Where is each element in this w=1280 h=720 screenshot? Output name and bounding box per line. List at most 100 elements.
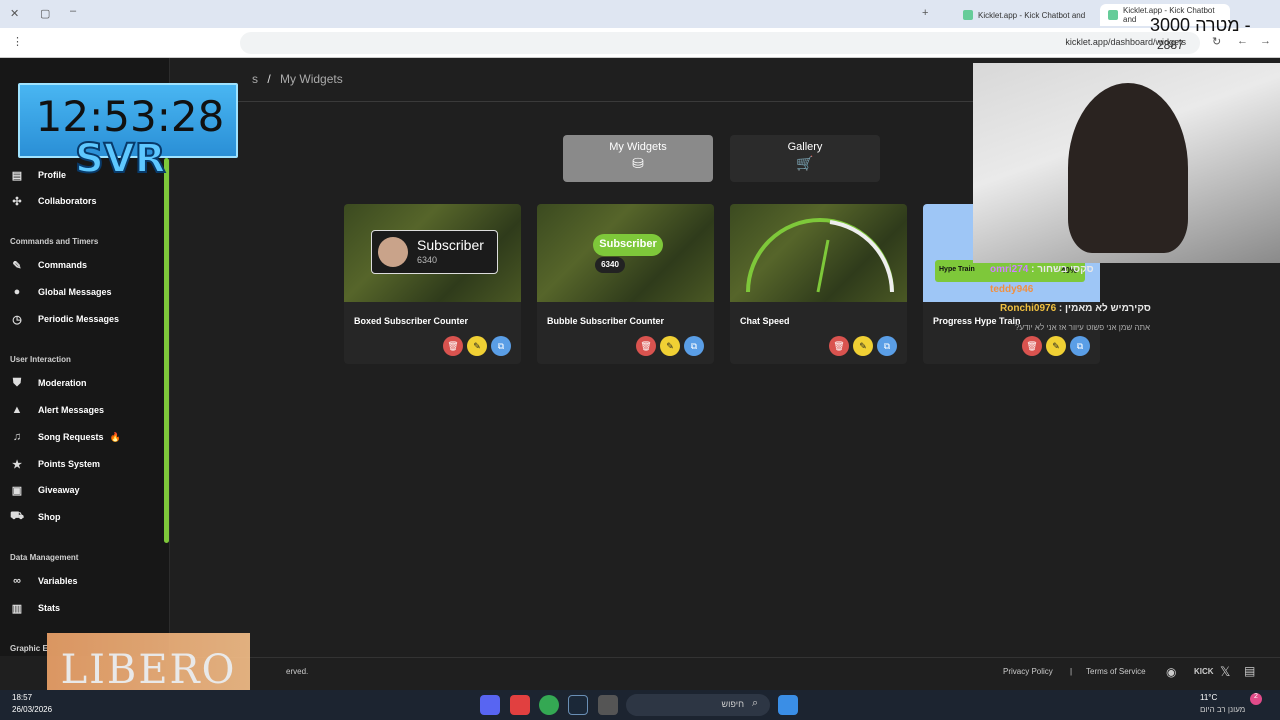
widget-title: Boxed Subscriber Counter [354, 316, 469, 326]
breadcrumb-link[interactable]: s [252, 72, 258, 86]
link-icon: ∞ [13, 575, 21, 587]
delete-button[interactable]: 🗑 [1022, 336, 1042, 356]
trash-icon: 🗑 [1026, 340, 1038, 351]
sidebar-item-label: Moderation [38, 378, 87, 388]
sidebar-item-label: Profile [38, 170, 67, 180]
taskbar-time: 18:57 [12, 693, 33, 702]
tab-gallery[interactable]: Gallery 🛒 [730, 135, 880, 182]
discord-icon[interactable]: ◉ [1166, 665, 1176, 679]
widget-actions: 🗑 ✎ ⧉ [443, 336, 511, 356]
widget-actions: 🗑 ✎ ⧉ [829, 336, 897, 356]
sidebar-item-giveaway[interactable]: ▣ Giveaway [10, 481, 80, 499]
chat-message: Ronchi0976 : סקירמיש לא מאמין [1000, 303, 1151, 314]
forward-icon[interactable]: → [1260, 35, 1271, 47]
widget-preview: Subscriber 6340 [344, 204, 521, 302]
duplicate-button[interactable]: ⧉ [1070, 336, 1090, 356]
sidebar-item-song-requests[interactable]: ♫ Song Requests 🔥 [10, 428, 121, 446]
minimize-icon[interactable]: – [70, 5, 76, 17]
tab-icon[interactable]: ▢ [40, 7, 50, 20]
edit-button[interactable]: ✎ [660, 336, 680, 356]
goal-value: 3000 [1150, 15, 1191, 35]
timer-subtitle: SVR [74, 135, 167, 183]
widget-card[interactable]: Chat Speed 🗑 ✎ ⧉ [730, 204, 907, 364]
cart-icon: 🛒 [796, 155, 814, 171]
kick-link[interactable]: KICK [1194, 667, 1214, 676]
chrome-icon[interactable] [539, 695, 559, 715]
reload-icon[interactable]: ↻ [1212, 35, 1221, 48]
goal-current: 2887 [1157, 38, 1184, 52]
sidebar-item-global-messages[interactable]: ● Global Messages [10, 283, 112, 301]
back-icon[interactable]: ← [1237, 35, 1248, 47]
browser-toolbar: ⋮ ☆ kicklet.app/dashboard/widgets ↻ ← → [0, 28, 1280, 58]
privacy-link[interactable]: Privacy Policy [1003, 667, 1053, 676]
trash-icon: 🗑 [640, 340, 652, 351]
gift-icon: ▣ [11, 484, 23, 497]
streamer-silhouette [1068, 83, 1188, 253]
edit-button[interactable]: ✎ [467, 336, 487, 356]
section-heading: Commands and Timers [10, 237, 99, 246]
sidebar-item-commands[interactable]: ✎ Commands [10, 256, 87, 274]
widget-card[interactable]: Subscriber 6340 Boxed Subscriber Counter… [344, 204, 521, 364]
sidebar-item-collaborators[interactable]: ✣ Collaborators [10, 192, 96, 210]
stream-timer: 12:53:28 [35, 92, 225, 141]
sidebar-item-shop[interactable]: ⛟ Shop [10, 508, 60, 526]
x-icon[interactable]: 𝕏 [1220, 664, 1230, 680]
sidebar-item-points-system[interactable]: ★ Points System [10, 455, 100, 473]
discord-icon[interactable] [480, 695, 500, 715]
search-icon: ⌕ [752, 697, 759, 709]
steam-icon[interactable] [568, 695, 588, 715]
chat-message: teddy946 [990, 284, 1033, 295]
widget-preview [730, 204, 907, 302]
duplicate-button[interactable]: ⧉ [684, 336, 704, 356]
terms-link[interactable]: Terms of Service [1086, 667, 1146, 676]
document-icon[interactable]: ▤ [1244, 664, 1255, 678]
window-icon[interactable] [598, 695, 618, 715]
sidebar-item-label: Periodic Messages [38, 314, 120, 324]
chat-message: ?אתה שמן אני פשוט עיוור אז אני לא יודע [1015, 323, 1150, 332]
tab-my-widgets[interactable]: My Widgets ⛁ [563, 135, 713, 182]
browser-tabbar: ✕ ▢ – Kicklet.app - Kick Chatbot and Kic… [0, 0, 1280, 28]
preview-value: 6340 [417, 255, 438, 265]
delete-button[interactable]: 🗑 [829, 336, 849, 356]
tab-title: Kicklet.app - Kick Chatbot and [978, 10, 1086, 20]
copyright-text: erved. [286, 667, 309, 676]
sidebar-item-label: Song Requests [38, 432, 104, 442]
duplicate-button[interactable]: ⧉ [491, 336, 511, 356]
trash-icon: 🗑 [447, 340, 459, 351]
shield-icon: ⛊ [12, 376, 22, 389]
section-heading: Graphic E [10, 644, 48, 653]
sidebar-item-label: Stats [38, 603, 61, 613]
menu-icon[interactable]: ⋮ [12, 35, 23, 48]
sidebar-item-label: Points System [38, 459, 101, 469]
section-heading: Data Management [10, 553, 79, 562]
delete-button[interactable]: 🗑 [636, 336, 656, 356]
sidebar-item-moderation[interactable]: ⛊ Moderation [10, 374, 87, 392]
app-icon[interactable] [510, 695, 530, 715]
delete-button[interactable]: 🗑 [443, 336, 463, 356]
duplicate-button[interactable]: ⧉ [877, 336, 897, 356]
address-bar[interactable]: kicklet.app/dashboard/widgets [240, 32, 1200, 54]
widget-title: Chat Speed [740, 316, 790, 326]
windows-start-icon[interactable] [778, 695, 798, 715]
sidebar-item-variables[interactable]: ∞ Variables [10, 572, 77, 590]
sidebar-item-periodic-messages[interactable]: ◷ Periodic Messages [10, 310, 119, 328]
new-tab-icon[interactable]: + [922, 7, 928, 19]
sidebar-item-stats[interactable]: ▥ Stats [10, 599, 60, 617]
chat-text: סקסי בשחור [1037, 264, 1094, 275]
wrench-icon: ✎ [12, 259, 22, 272]
weather-temp: 11°C [1200, 693, 1218, 702]
sidebar-item-alert-messages[interactable]: ▲ Alert Messages [10, 401, 105, 419]
preview-label: Subscriber [417, 237, 484, 253]
notification-badge[interactable]: 2 [1250, 693, 1262, 705]
widget-actions: 🗑 ✎ ⧉ [1022, 336, 1090, 356]
speed-gauge [746, 218, 894, 293]
taskbar-search[interactable]: חיפוש [626, 694, 770, 716]
close-window-icon[interactable]: ✕ [10, 7, 19, 20]
widget-card[interactable]: Subscriber 6340 Bubble Subscriber Counte… [537, 204, 714, 364]
browser-tab-1[interactable]: Kicklet.app - Kick Chatbot and [955, 4, 1100, 26]
edit-button[interactable]: ✎ [1046, 336, 1066, 356]
sidebar-item-profile[interactable]: ▤ Profile [10, 166, 66, 184]
sidebar-scrollbar[interactable] [164, 158, 169, 543]
edit-button[interactable]: ✎ [853, 336, 873, 356]
chat-text: ?אתה שמן אני פשוט עיוור אז אני לא יודע [1015, 323, 1150, 332]
